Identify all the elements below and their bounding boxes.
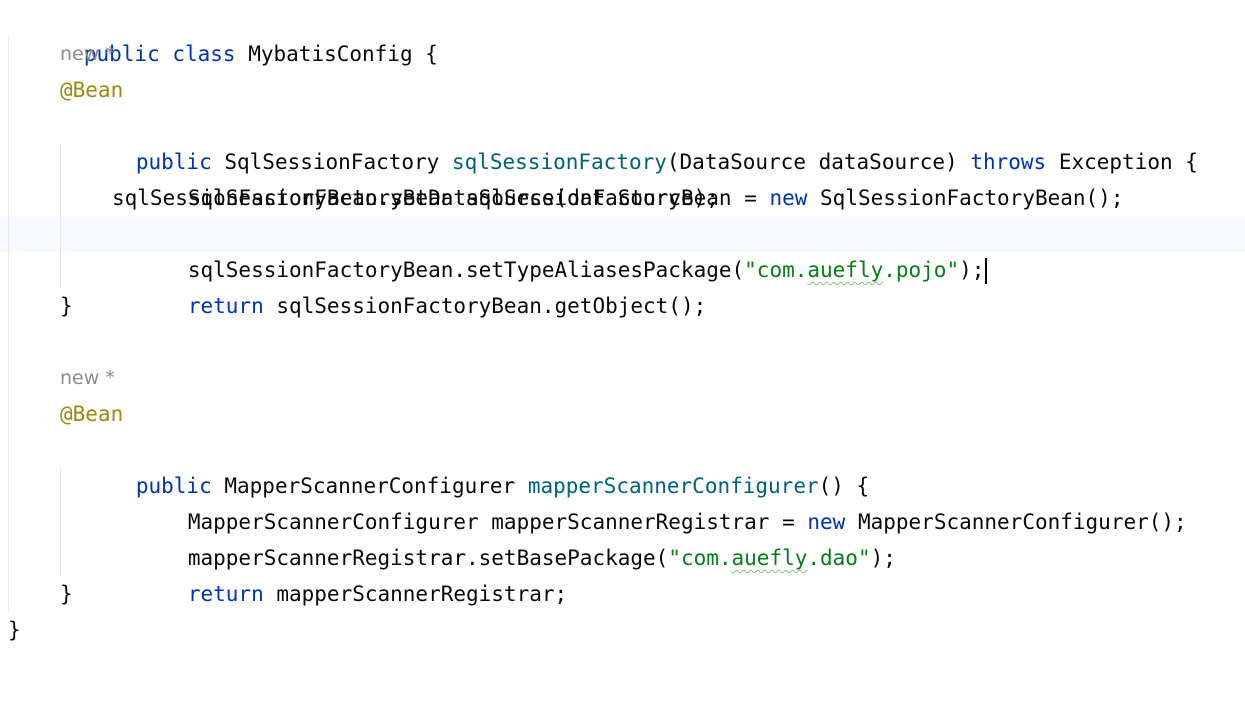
code-line-statement[interactable]: sqlSessionFactoryBean.setDataSource(data…: [0, 180, 1245, 216]
closing-brace: }: [8, 618, 21, 642]
code-line-current[interactable]: sqlSessionFactoryBean.setTypeAliasesPack…: [0, 216, 1245, 284]
code-line-class-closing-brace[interactable]: }: [0, 612, 1245, 648]
code-line-class-declaration[interactable]: public class MybatisConfig {: [0, 0, 1245, 66]
code-editor[interactable]: public class MybatisConfig { new * @Bean…: [0, 0, 1245, 655]
statement-text: sqlSessionFactoryBean.setDataSource(data…: [112, 186, 719, 210]
code-line-annotation[interactable]: @Bean: [0, 72, 1245, 108]
code-line-statement[interactable]: SqlSessionFactoryBean sqlSessionFactoryB…: [0, 144, 1245, 210]
annotation-bean: @Bean: [60, 402, 124, 426]
code-line-closing-brace[interactable]: }: [0, 288, 1245, 324]
closing-brace: }: [60, 582, 73, 606]
code-line-statement[interactable]: MapperScannerConfigurer mapperScannerReg…: [0, 468, 1245, 534]
code-line-empty[interactable]: [0, 324, 1245, 360]
code-line-return[interactable]: return sqlSessionFactoryBean.getObject()…: [0, 252, 1245, 318]
code-line-method-signature[interactable]: public SqlSessionFactory sqlSessionFacto…: [0, 108, 1245, 174]
usage-hint[interactable]: new *: [60, 36, 115, 72]
code-line-closing-brace[interactable]: }: [0, 576, 1245, 612]
code-line-usage-hint[interactable]: new *: [0, 36, 1245, 72]
annotation-bean: @Bean: [60, 78, 124, 102]
code-line-method-signature[interactable]: public MapperScannerConfigurer mapperSca…: [0, 432, 1245, 498]
closing-brace: }: [60, 294, 73, 318]
code-line-statement[interactable]: mapperScannerRegistrar.setBasePackage("c…: [0, 504, 1245, 570]
code-line-usage-hint[interactable]: new *: [0, 360, 1245, 396]
usage-hint[interactable]: new *: [60, 360, 115, 396]
code-line-return[interactable]: return mapperScannerRegistrar;: [0, 540, 1245, 606]
code-line-annotation[interactable]: @Bean: [0, 396, 1245, 432]
